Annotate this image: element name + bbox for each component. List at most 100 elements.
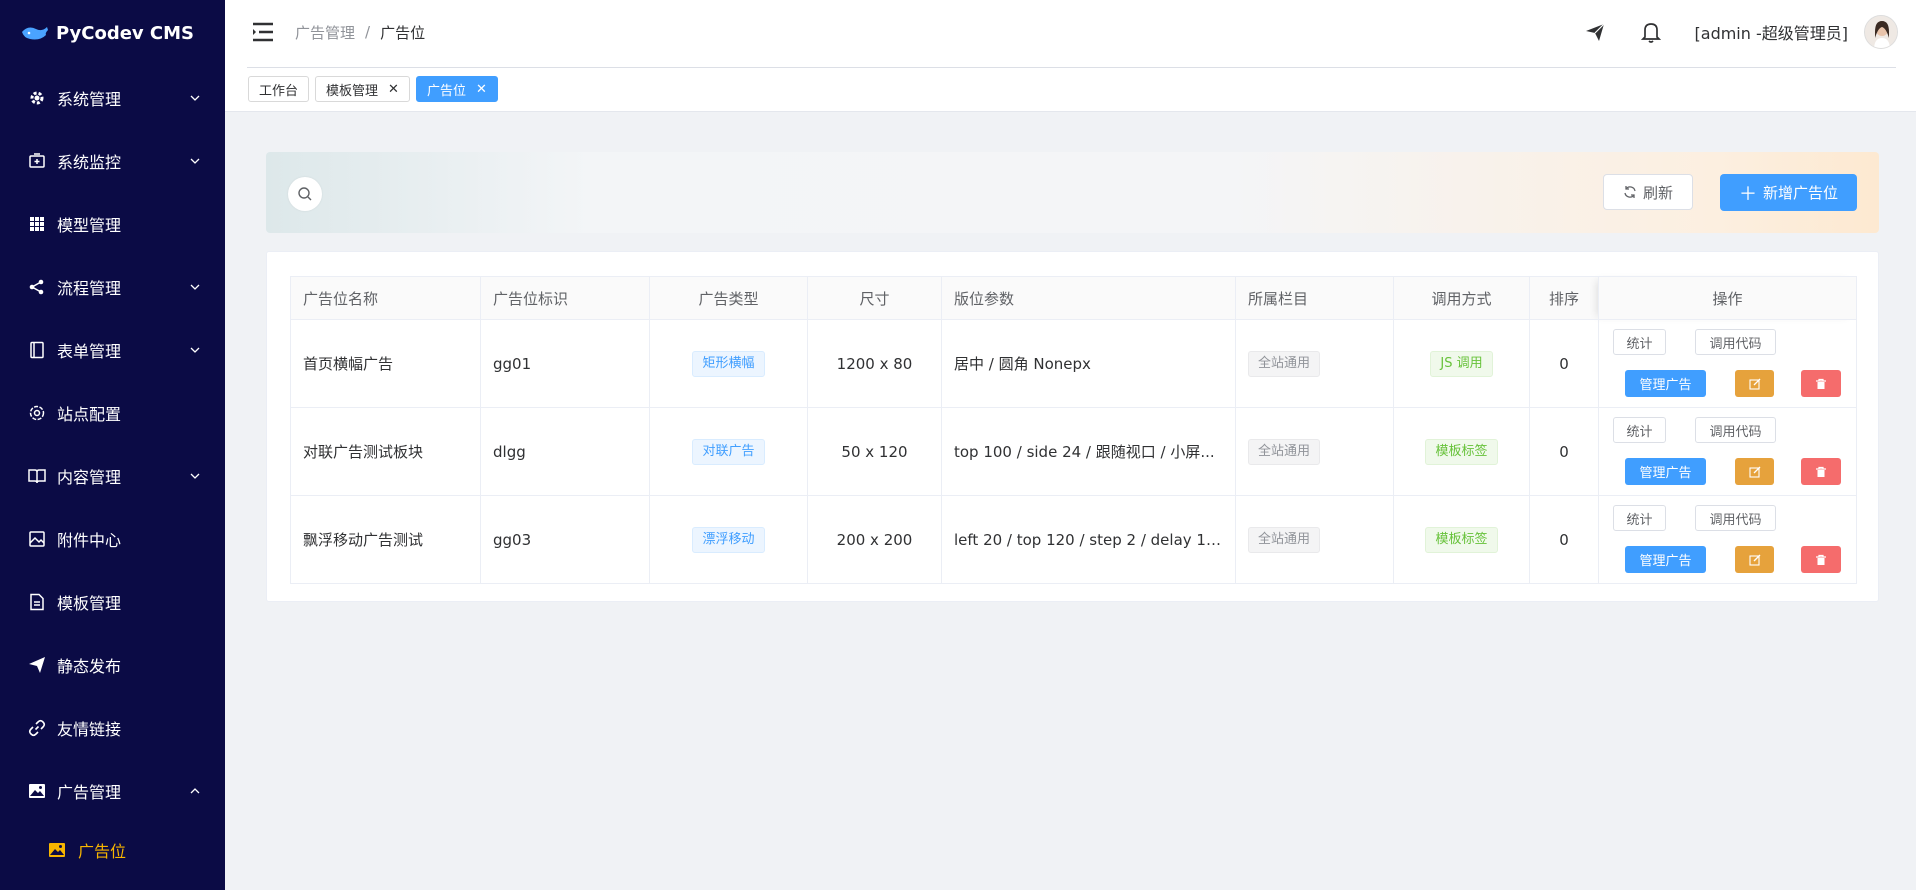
tab-label: 模板管理	[326, 83, 379, 99]
cell-code: dlgg	[480, 407, 650, 496]
column-header: 广告位标识	[480, 276, 650, 320]
settings-icon	[27, 403, 47, 423]
sidebar-item-label: 流程管理	[57, 278, 122, 298]
close-icon[interactable]: ✕	[388, 82, 399, 97]
chevron-down-icon	[190, 95, 200, 101]
bell-icon[interactable]	[1639, 20, 1663, 44]
sidebar-item-ads[interactable]: 广告管理	[0, 759, 225, 822]
column-header: 版位参数	[941, 276, 1236, 320]
stats-button[interactable]: 统计	[1613, 417, 1666, 443]
column-header: 尺寸	[807, 276, 942, 320]
user-name[interactable]: [admin -超级管理员]	[1695, 20, 1848, 44]
column-header: 所属栏目	[1235, 276, 1394, 320]
sidebar-item-attachments[interactable]: 附件中心	[0, 507, 225, 570]
column-badge: 全站通用	[1248, 350, 1321, 377]
tab-template-manage[interactable]: 模板管理 ✕	[315, 76, 410, 102]
chevron-down-icon	[190, 473, 200, 479]
app-logo[interactable]: PyCodev CMS	[0, 0, 225, 66]
table-row: 首页横幅广告 gg01 矩形横幅 1200 x 80 居中 / 圆角 Nonep…	[290, 319, 1857, 408]
sidebar-item-label: 模板管理	[57, 593, 122, 613]
cell-ops: 统计 调用代码 管理广告	[1598, 407, 1857, 496]
type-badge: 对联广告	[692, 438, 765, 465]
cell-type: 漂浮移动	[649, 495, 808, 584]
manage-ads-button[interactable]: 管理广告	[1625, 370, 1706, 397]
delete-button[interactable]	[1801, 370, 1841, 397]
refresh-icon	[1624, 186, 1636, 198]
sidebar-item-model[interactable]: 模型管理	[0, 192, 225, 255]
header-divider	[247, 67, 1896, 68]
main-area: 广告管理 / 广告位 [admin -超级管理员] 工作台 模板管理 ✕ 广告位 ✕…	[225, 0, 1916, 890]
topbar: 广告管理 / 广告位 [admin -超级管理员] 工作台 模板管理 ✕ 广告位 ✕	[225, 0, 1916, 112]
sidebar-item-monitor[interactable]: 系统监控	[0, 129, 225, 192]
column-header: 调用方式	[1393, 276, 1530, 320]
breadcrumb-parent[interactable]: 广告管理	[295, 22, 355, 43]
sidebar-item-label: 友情链接	[57, 719, 122, 739]
sidebar-item-system[interactable]: 系统管理	[0, 66, 225, 129]
sidebar: PyCodev CMS 系统管理 系统监控 模型管理 流程管理 表单管理 站点配…	[0, 0, 225, 890]
table-header-row: 广告位名称 广告位标识 广告类型 尺寸 版位参数 所属栏目 调用方式 排序 操作	[290, 276, 1857, 320]
send-icon[interactable]	[1583, 20, 1607, 44]
sidebar-item-site-config[interactable]: 站点配置	[0, 381, 225, 444]
cell-call: 模板标签	[1393, 495, 1530, 584]
tab-ad-slot[interactable]: 广告位 ✕	[415, 76, 498, 102]
stats-button[interactable]: 统计	[1613, 329, 1666, 355]
plus-icon: ＋	[1738, 183, 1757, 205]
cell-name: 飘浮移动广告测试	[290, 495, 481, 584]
column-header: 广告类型	[649, 276, 808, 320]
call-badge: JS 调用	[1430, 350, 1493, 377]
sidebar-subitem-label: 广告位	[78, 842, 127, 861]
sidebar-item-label: 广告管理	[57, 782, 122, 802]
edit-button[interactable]	[1735, 546, 1774, 573]
manage-ads-button[interactable]: 管理广告	[1625, 546, 1706, 573]
add-ad-slot-button[interactable]: ＋ 新增广告位	[1720, 174, 1857, 211]
cell-code: gg01	[480, 319, 650, 408]
call-code-button[interactable]: 调用代码	[1695, 329, 1776, 355]
column-header: 排序	[1529, 276, 1599, 320]
trash-icon	[1816, 466, 1826, 477]
document-icon	[27, 592, 47, 612]
search-button[interactable]	[288, 177, 322, 211]
sidebar-item-content[interactable]: 内容管理	[0, 444, 225, 507]
breadcrumb-current: 广告位	[380, 23, 426, 42]
tab-label: 工作台	[259, 83, 299, 99]
tab-workbench[interactable]: 工作台	[248, 76, 310, 102]
call-code-button[interactable]: 调用代码	[1695, 417, 1776, 443]
avatar[interactable]	[1864, 15, 1898, 49]
book-icon	[27, 466, 47, 486]
cell-params: top 100 / side 24 / 跟随视口 / 小屏...	[941, 407, 1236, 496]
link-icon	[27, 718, 47, 738]
search-toolbar: 刷新 ＋ 新增广告位	[266, 152, 1879, 233]
cell-sort: 0	[1529, 407, 1599, 496]
sidebar-item-links[interactable]: 友情链接	[0, 696, 225, 759]
sidebar-item-publish[interactable]: 静态发布	[0, 633, 225, 696]
refresh-label: 刷新	[1642, 183, 1673, 202]
tabs-bar: 工作台 模板管理 ✕ 广告位 ✕	[248, 76, 498, 102]
close-icon[interactable]: ✕	[476, 82, 487, 97]
stats-button[interactable]: 统计	[1613, 505, 1666, 531]
tab-label: 广告位	[426, 83, 466, 99]
share-icon	[27, 277, 47, 297]
cell-size: 1200 x 80	[807, 319, 942, 408]
cell-ops: 统计 调用代码 管理广告	[1598, 495, 1857, 584]
menu-fold-icon[interactable]	[251, 21, 275, 43]
trash-icon	[1816, 554, 1826, 565]
sidebar-item-workflow[interactable]: 流程管理	[0, 255, 225, 318]
edit-button[interactable]	[1735, 458, 1774, 485]
call-code-button[interactable]: 调用代码	[1695, 505, 1776, 531]
monitor-icon	[27, 151, 47, 171]
edit-icon	[1748, 378, 1760, 390]
refresh-button[interactable]: 刷新	[1603, 174, 1693, 210]
chevron-down-icon	[190, 158, 200, 164]
delete-button[interactable]	[1801, 458, 1841, 485]
chevron-down-icon	[190, 347, 200, 353]
form-icon	[27, 340, 47, 360]
manage-ads-button[interactable]: 管理广告	[1625, 458, 1706, 485]
column-badge: 全站通用	[1248, 526, 1321, 553]
sidebar-item-templates[interactable]: 模板管理	[0, 570, 225, 633]
sidebar-item-label: 系统管理	[57, 89, 122, 109]
cell-call: 模板标签	[1393, 407, 1530, 496]
edit-button[interactable]	[1735, 370, 1774, 397]
delete-button[interactable]	[1801, 546, 1841, 573]
sidebar-subitem-ad-slot[interactable]: 广告位	[0, 822, 225, 878]
sidebar-item-forms[interactable]: 表单管理	[0, 318, 225, 381]
